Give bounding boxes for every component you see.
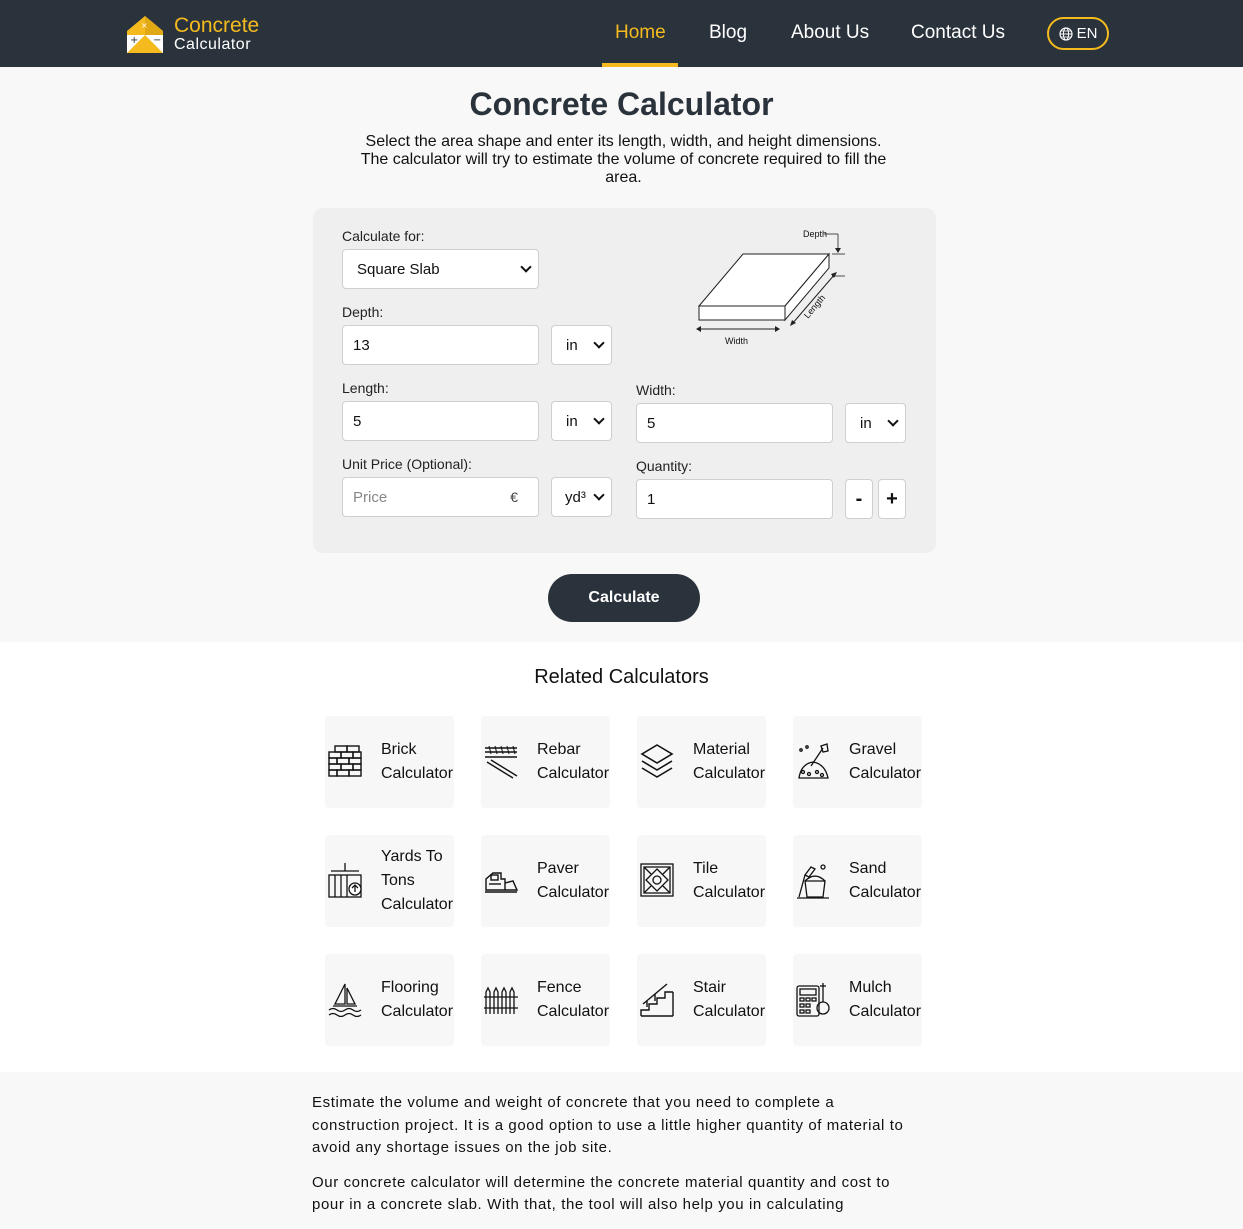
quantity-input[interactable]: 1 bbox=[636, 479, 833, 519]
related-tile-calculator[interactable]: Tile Calculator bbox=[637, 835, 766, 927]
nav-about-us[interactable]: About Us bbox=[791, 22, 869, 44]
depth-unit-select[interactable]: in bbox=[551, 325, 612, 365]
page-description: Select the area shape and enter its leng… bbox=[360, 133, 887, 186]
paver-machine-icon bbox=[485, 872, 519, 893]
related-gravel-label: Gravel Calculator bbox=[849, 741, 922, 782]
price-unit-select[interactable]: yd³ bbox=[551, 477, 612, 517]
language-label: EN bbox=[1076, 25, 1098, 42]
width-input[interactable]: 5 bbox=[636, 403, 833, 443]
nav-contact-us[interactable]: Contact Us bbox=[911, 22, 1005, 44]
svg-text:−: − bbox=[153, 35, 161, 46]
diagram-length-label: Length bbox=[802, 293, 827, 321]
logo-line1: Concrete bbox=[174, 14, 260, 37]
related-sand-label: Sand Calculator bbox=[849, 860, 922, 901]
logo-text: Concrete Calculator bbox=[174, 15, 259, 53]
tile-icon bbox=[640, 863, 674, 897]
svg-text:+: + bbox=[130, 35, 138, 46]
related-title: Related Calculators bbox=[534, 666, 709, 688]
brick-icon bbox=[328, 745, 362, 777]
diagram-width-label: Width bbox=[725, 336, 748, 346]
logo-house-icon: + − × bbox=[124, 13, 166, 55]
sand-bucket-icon bbox=[797, 864, 829, 899]
chevron-down-icon bbox=[593, 413, 605, 425]
depth-label: Depth: bbox=[342, 304, 384, 320]
article-paragraph: Our concrete calculator will determine t… bbox=[312, 1173, 891, 1214]
slab-diagram: Depth Width Length bbox=[696, 229, 845, 346]
site-logo[interactable]: + − × Concrete Calculator bbox=[124, 13, 259, 55]
related-material-calculator[interactable]: Material Calculator bbox=[637, 716, 766, 808]
scale-icon bbox=[328, 863, 362, 898]
width-unit-value: in bbox=[860, 414, 872, 432]
page-title: Concrete Calculator bbox=[469, 86, 774, 122]
chevron-down-icon bbox=[887, 415, 899, 427]
related-mulch-calculator[interactable]: Mulch Calculator bbox=[793, 954, 922, 1046]
unit-price-label: Unit Price (Optional): bbox=[342, 456, 472, 472]
width-unit-select[interactable]: in bbox=[845, 403, 906, 443]
calculator-icon bbox=[796, 983, 830, 1017]
related-rebar-calculator[interactable]: Rebar Calculator bbox=[481, 716, 610, 808]
calculate-button[interactable]: Calculate bbox=[548, 574, 700, 622]
language-selector[interactable]: EN bbox=[1047, 17, 1109, 50]
flooring-icon bbox=[328, 983, 362, 1018]
length-label: Length: bbox=[342, 380, 389, 396]
nav-active-indicator bbox=[602, 63, 678, 67]
chevron-down-icon bbox=[520, 261, 532, 273]
logo-line2: Calculator bbox=[174, 36, 252, 53]
depth-input[interactable]: 13 bbox=[342, 325, 539, 365]
nav-home[interactable]: Home bbox=[615, 22, 666, 44]
quantity-increase-button[interactable]: + bbox=[878, 479, 906, 519]
length-unit-select[interactable]: in bbox=[551, 401, 612, 441]
price-unit-value: yd³ bbox=[565, 488, 586, 506]
article-paragraph: Estimate the volume and weight of concre… bbox=[312, 1094, 904, 1156]
related-material-label: Material Calculator bbox=[693, 741, 766, 782]
related-yards-to-tons-label: Yards To Tons Calculator bbox=[381, 848, 454, 913]
shovel-icon bbox=[798, 743, 829, 779]
calculate-for-select[interactable]: Square Slab bbox=[342, 249, 539, 289]
diagram-depth-label: Depth bbox=[803, 229, 827, 239]
calculator-form: Calculate for: Square Slab Depth Width L… bbox=[313, 208, 936, 553]
unit-price-placeholder: Price bbox=[353, 488, 388, 506]
globe-icon bbox=[1058, 26, 1073, 41]
layers-icon bbox=[640, 744, 674, 778]
related-brick-label: Brick Calculator bbox=[381, 741, 454, 782]
related-mulch-label: Mulch Calculator bbox=[849, 979, 922, 1020]
calculate-for-value: Square Slab bbox=[357, 260, 440, 278]
quantity-decrease-button[interactable]: - bbox=[845, 479, 873, 519]
width-label: Width: bbox=[636, 382, 676, 398]
related-yards-to-tons-calculator[interactable]: Yards To Tons Calculator bbox=[325, 835, 454, 927]
stair-icon bbox=[640, 983, 674, 1017]
fence-icon bbox=[484, 986, 518, 1014]
svg-text:×: × bbox=[141, 21, 148, 30]
related-paver-calculator[interactable]: Paver Calculator bbox=[481, 835, 610, 927]
length-input[interactable]: 5 bbox=[342, 401, 539, 441]
chevron-down-icon bbox=[593, 489, 605, 501]
related-stair-label: Stair Calculator bbox=[693, 979, 766, 1020]
related-calculators-section: Related Calculators Brick Calculator Reb… bbox=[0, 642, 1243, 1072]
rebar-icon bbox=[485, 745, 518, 779]
length-unit-value: in bbox=[566, 412, 578, 430]
currency-symbol: € bbox=[510, 489, 518, 505]
related-gravel-calculator[interactable]: Gravel Calculator bbox=[793, 716, 922, 808]
related-fence-label: Fence Calculator bbox=[537, 979, 610, 1020]
site-header: + − × Concrete Calculator Home Blog Abou… bbox=[0, 0, 1243, 67]
related-brick-calculator[interactable]: Brick Calculator bbox=[325, 716, 454, 808]
calculate-for-label: Calculate for: bbox=[342, 228, 425, 244]
related-tile-label: Tile Calculator bbox=[693, 860, 766, 901]
related-flooring-calculator[interactable]: Flooring Calculator bbox=[325, 954, 454, 1046]
related-rebar-label: Rebar Calculator bbox=[537, 741, 610, 782]
related-sand-calculator[interactable]: Sand Calculator bbox=[793, 835, 922, 927]
related-paver-label: Paver Calculator bbox=[537, 860, 610, 901]
quantity-label: Quantity: bbox=[636, 458, 693, 474]
article-text: Estimate the volume and weight of concre… bbox=[312, 1092, 927, 1229]
depth-unit-value: in bbox=[566, 336, 578, 354]
related-fence-calculator[interactable]: Fence Calculator bbox=[481, 954, 610, 1046]
related-stair-calculator[interactable]: Stair Calculator bbox=[637, 954, 766, 1046]
unit-price-input[interactable]: Price € bbox=[342, 477, 539, 517]
nav-blog[interactable]: Blog bbox=[709, 22, 747, 44]
related-flooring-label: Flooring Calculator bbox=[381, 979, 454, 1020]
chevron-down-icon bbox=[593, 337, 605, 349]
